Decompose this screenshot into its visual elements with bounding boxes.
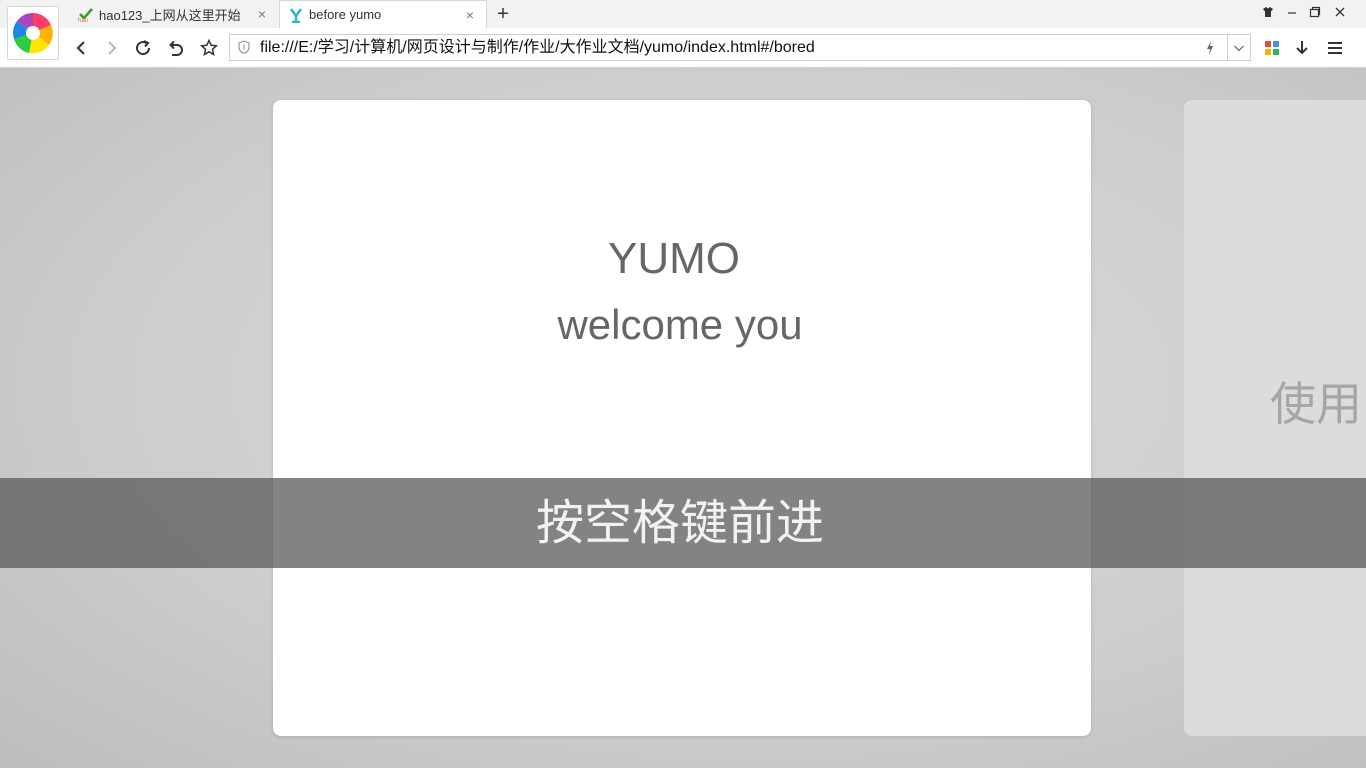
close-icon[interactable]: ×: [462, 7, 478, 23]
forward-button[interactable]: [99, 36, 123, 60]
tab-title: hao123_上网从这里开始: [99, 7, 241, 23]
browser-window: hao hao123_上网从这里开始 × before yumo × + fil…: [0, 0, 1366, 768]
forward-icon: [108, 41, 117, 55]
slide-subtitle: welcome you: [557, 301, 803, 348]
apps-button[interactable]: [1260, 36, 1284, 60]
undo-close-button[interactable]: [164, 36, 188, 60]
close-window-icon[interactable]: [1330, 4, 1350, 24]
reload-button[interactable]: [131, 36, 155, 60]
hint-overlay: 按空格键前进: [0, 478, 1366, 568]
current-slide[interactable]: YUMO welcome you: [273, 100, 1091, 736]
minimize-icon[interactable]: [1282, 4, 1302, 24]
next-slide-text: 使用: [1270, 377, 1362, 431]
star-icon: [200, 39, 218, 57]
url-dropdown-button[interactable]: [1227, 35, 1250, 60]
tab-strip: hao hao123_上网从这里开始 × before yumo × +: [0, 0, 1366, 28]
tab-hao123[interactable]: hao hao123_上网从这里开始 ×: [70, 0, 278, 28]
close-icon[interactable]: ×: [254, 6, 270, 22]
back-icon: [76, 41, 85, 55]
slide-title: YUMO: [608, 234, 740, 283]
next-slide-preview[interactable]: 使用: [1184, 100, 1366, 736]
reload-icon: [136, 40, 151, 56]
bookmark-button[interactable]: [197, 36, 221, 60]
lightning-icon[interactable]: [1204, 40, 1216, 56]
skin-icon[interactable]: [1258, 4, 1278, 24]
apps-grid-icon: [1265, 41, 1279, 55]
new-tab-button[interactable]: +: [493, 3, 513, 25]
menu-button[interactable]: [1323, 36, 1347, 60]
browser-logo-icon: [13, 13, 53, 54]
toolbar: file:///E:/学习/计算机/网页设计与制作/作业/大作业文档/yumo/…: [0, 28, 1366, 68]
yumo-icon: [288, 7, 304, 23]
download-icon: [1296, 41, 1308, 55]
chevron-down-icon: [1234, 45, 1244, 51]
svg-text:hao: hao: [78, 18, 89, 22]
tab-before-yumo[interactable]: before yumo ×: [279, 0, 487, 28]
download-button[interactable]: [1290, 36, 1314, 60]
restore-icon[interactable]: [1305, 4, 1325, 24]
tab-title: before yumo: [309, 7, 382, 22]
browser-logo[interactable]: [7, 6, 59, 60]
shield-icon: [238, 40, 250, 54]
hint-text: 按空格键前进: [535, 495, 824, 551]
undo-icon: [169, 40, 183, 56]
address-bar[interactable]: file:///E:/学习/计算机/网页设计与制作/作业/大作业文档/yumo/…: [229, 34, 1251, 61]
hamburger-menu-icon: [1328, 42, 1342, 54]
back-button[interactable]: [70, 36, 94, 60]
hao123-icon: hao: [78, 6, 94, 22]
url-text: file:///E:/学习/计算机/网页设计与制作/作业/大作业文档/yumo/…: [260, 39, 815, 56]
page-content: YUMO welcome you 使用 按空格键前进: [0, 68, 1366, 768]
